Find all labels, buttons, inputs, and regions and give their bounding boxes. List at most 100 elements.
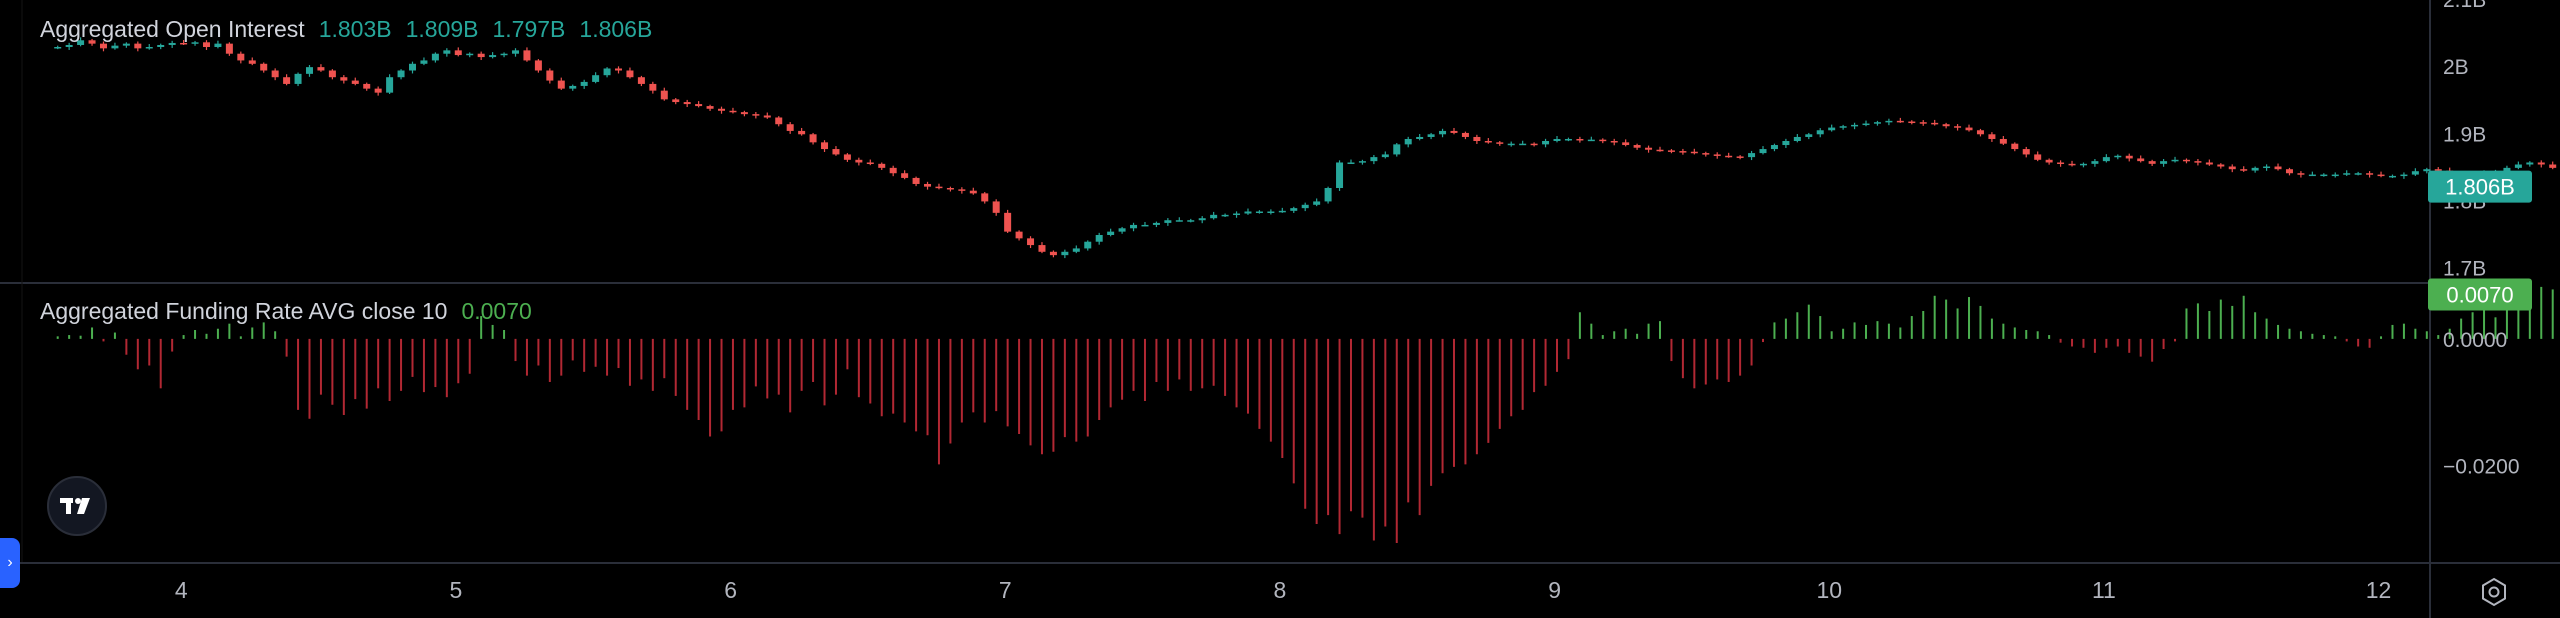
- candle-body: [1427, 134, 1435, 137]
- candle-body: [225, 43, 233, 54]
- candle-body: [1564, 138, 1572, 141]
- candle-body: [2320, 174, 2328, 177]
- candle-body: [1324, 188, 1332, 202]
- candle-body: [431, 53, 439, 61]
- candle-body: [145, 47, 153, 49]
- candle-body: [1484, 141, 1492, 143]
- candle-body: [1370, 157, 1378, 162]
- candle-body: [2045, 159, 2053, 163]
- candle-body: [2537, 162, 2545, 165]
- time-axis-tick-label: 11: [2092, 577, 2116, 603]
- candle-body: [1439, 130, 1447, 135]
- candle-body: [2160, 161, 2168, 164]
- candle-body: [786, 124, 794, 131]
- candle-body: [649, 83, 657, 91]
- candle-body: [1301, 204, 1309, 209]
- settings-hexagon-icon[interactable]: [2474, 572, 2514, 612]
- candle-body: [1130, 224, 1138, 229]
- candle-body: [2411, 171, 2419, 175]
- candle-body: [843, 154, 851, 160]
- candle-body: [1931, 122, 1939, 125]
- candle-body: [1233, 213, 1241, 216]
- candle-body: [2434, 169, 2442, 171]
- candle-body: [500, 53, 508, 56]
- candle-body: [1244, 211, 1252, 214]
- candle-body: [546, 70, 554, 81]
- candle-body: [2274, 166, 2282, 170]
- candle-body: [1221, 214, 1229, 217]
- candle-body: [706, 106, 714, 109]
- candle-body: [1095, 235, 1103, 242]
- candle-body: [1107, 231, 1115, 235]
- open-interest-y-tick-label: 1.7B: [2443, 258, 2486, 281]
- candle-body: [603, 68, 611, 76]
- candle-body: [1027, 238, 1035, 246]
- candle-body: [1175, 220, 1183, 222]
- candle-body: [1118, 228, 1126, 232]
- candle-body: [912, 177, 920, 184]
- candle-body: [981, 193, 989, 202]
- tradingview-logo-icon[interactable]: [47, 476, 107, 536]
- candle-body: [1187, 220, 1195, 222]
- candle-body: [866, 162, 874, 164]
- candle-body: [2114, 155, 2122, 158]
- time-axis-tick-label: 4: [175, 577, 188, 603]
- candle-body: [1393, 144, 1401, 155]
- candle-body: [2205, 162, 2213, 165]
- candle-body: [637, 77, 645, 84]
- candle-body: [1336, 162, 1344, 188]
- candle-body: [2308, 174, 2316, 177]
- time-axis-tick-label: 8: [1274, 577, 1287, 603]
- candle-body: [695, 104, 703, 107]
- time-axis-tick-label: 6: [724, 577, 737, 603]
- candle-body: [1622, 142, 1630, 146]
- candle-body: [1999, 138, 2007, 144]
- candle-body: [168, 42, 176, 45]
- candle-body: [1759, 149, 1767, 154]
- candle-body: [1004, 212, 1012, 232]
- candle-body: [580, 81, 588, 86]
- open-interest-y-tick-label: 2.1B: [2443, 0, 2486, 12]
- candle-body: [363, 83, 371, 89]
- candle-body: [534, 60, 542, 71]
- open-interest-legend: Aggregated Open Interest 1.803B 1.809B 1.79…: [40, 18, 666, 41]
- candle-body: [202, 42, 210, 47]
- candle-body: [1358, 161, 1366, 163]
- candle-body: [134, 43, 142, 49]
- candle-body: [2171, 159, 2179, 162]
- candle-body: [763, 115, 771, 118]
- candle-body: [1152, 222, 1160, 225]
- candle-body: [1255, 211, 1263, 213]
- open-interest-legend-high: 1.809B: [405, 16, 479, 42]
- candle-body: [2148, 161, 2156, 164]
- candle-body: [2228, 166, 2236, 170]
- chevron-right-icon[interactable]: ›: [0, 538, 20, 588]
- open-interest-legend-open: 1.803B: [318, 16, 392, 42]
- candle-body: [2240, 169, 2248, 171]
- candle-body: [260, 63, 268, 71]
- candle-body: [1988, 134, 1996, 139]
- candle-body: [1713, 154, 1721, 156]
- candle-body: [1084, 241, 1092, 249]
- candle-body: [1873, 122, 1881, 124]
- candle-body: [1599, 139, 1607, 142]
- candle-body: [2079, 163, 2087, 166]
- candle-body: [821, 142, 829, 150]
- candle-body: [1816, 130, 1824, 135]
- open-interest-legend-close: 1.806B: [579, 16, 653, 42]
- candle-body: [1542, 141, 1550, 145]
- candle-body: [1725, 155, 1733, 158]
- candle-body: [2526, 162, 2534, 165]
- candle-body: [1576, 138, 1584, 141]
- candle-body: [672, 99, 680, 103]
- candle-body: [1885, 120, 1893, 123]
- candle-body: [1702, 153, 1710, 155]
- candle-body: [855, 159, 863, 163]
- candle-body: [969, 190, 977, 194]
- candle-body: [2194, 161, 2202, 163]
- candle-body: [2377, 174, 2385, 177]
- time-axis-tick-label: 7: [999, 577, 1012, 603]
- candle-body: [2022, 149, 2030, 155]
- candle-body: [992, 201, 1000, 213]
- candle-body: [1896, 120, 1904, 123]
